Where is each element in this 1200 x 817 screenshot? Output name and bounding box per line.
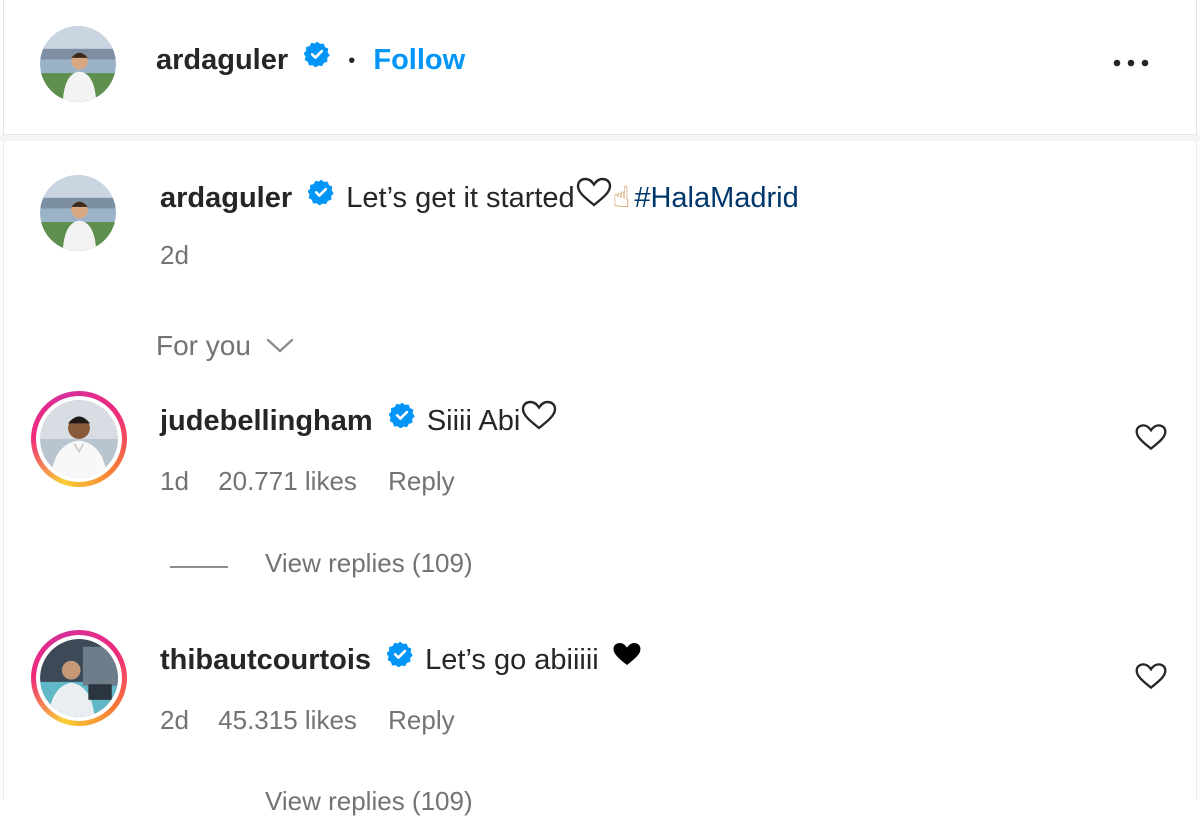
- post-header-row: ardaguler • Follow: [156, 41, 465, 77]
- comments-filter-dropdown[interactable]: For you: [156, 330, 295, 362]
- caption-row: ardaguler Let’s get it started ☝ #HalaMad…: [160, 178, 799, 216]
- like-heart-icon[interactable]: [1134, 661, 1168, 696]
- caption-timestamp: 2d: [160, 240, 189, 270]
- comment-row: thibautcourtois Let’s go abiiiii: [160, 641, 643, 677]
- verified-badge-icon: [388, 402, 415, 436]
- caption-author-avatar[interactable]: [40, 175, 116, 251]
- commenter-username[interactable]: judebellingham: [160, 405, 373, 437]
- verified-badge-icon: [307, 179, 334, 213]
- avatar-photo: [40, 26, 116, 102]
- caption-text: Let’s get it started: [346, 182, 575, 214]
- separator-dot: •: [348, 49, 356, 72]
- reply-button[interactable]: Reply: [388, 705, 454, 735]
- avatar-photo: [40, 400, 118, 478]
- comment-time: 2d: [160, 705, 189, 735]
- comment-meta: 1d 20.771 likes Reply: [160, 466, 455, 497]
- verified-badge-icon: [303, 41, 330, 75]
- more-horizontal-icon[interactable]: [1112, 52, 1152, 79]
- hashtag-link[interactable]: #HalaMadrid: [634, 182, 798, 214]
- follow-button[interactable]: Follow: [373, 44, 465, 76]
- commenter-avatar[interactable]: [40, 639, 118, 717]
- comment-text: Let’s go abiiiii: [425, 644, 599, 676]
- post-author-avatar[interactable]: [40, 26, 116, 102]
- comment-meta: 2d 45.315 likes Reply: [160, 705, 455, 736]
- view-replies-button[interactable]: View replies (109): [265, 548, 473, 579]
- caption-username[interactable]: ardaguler: [160, 182, 292, 214]
- like-heart-icon[interactable]: [1134, 422, 1168, 457]
- commenter-avatar[interactable]: [40, 400, 118, 478]
- comments-filter-label: For you: [156, 330, 251, 361]
- white-heart-icon: [520, 399, 558, 439]
- comment-text: Siiii Abi: [426, 405, 521, 437]
- post-author-username[interactable]: ardaguler: [156, 44, 288, 76]
- chevron-down-icon: [265, 330, 295, 362]
- reply-button[interactable]: Reply: [388, 466, 454, 496]
- comment-time: 1d: [160, 466, 189, 496]
- verified-badge-icon: [386, 641, 413, 675]
- avatar-photo: [40, 639, 118, 717]
- commenter-username[interactable]: thibautcourtois: [160, 644, 371, 676]
- black-heart-icon: [611, 640, 643, 676]
- comment-likes[interactable]: 20.771 likes: [218, 466, 357, 496]
- replies-divider-line: [170, 566, 228, 568]
- avatar-photo: [40, 175, 116, 251]
- view-replies-button[interactable]: View replies (109): [265, 786, 473, 817]
- comment-row: judebellingham Siiii Abi: [160, 401, 558, 439]
- pointing-up-emoji: ☝: [612, 182, 631, 214]
- white-heart-icon: [575, 176, 613, 216]
- comment-likes[interactable]: 45.315 likes: [218, 705, 357, 735]
